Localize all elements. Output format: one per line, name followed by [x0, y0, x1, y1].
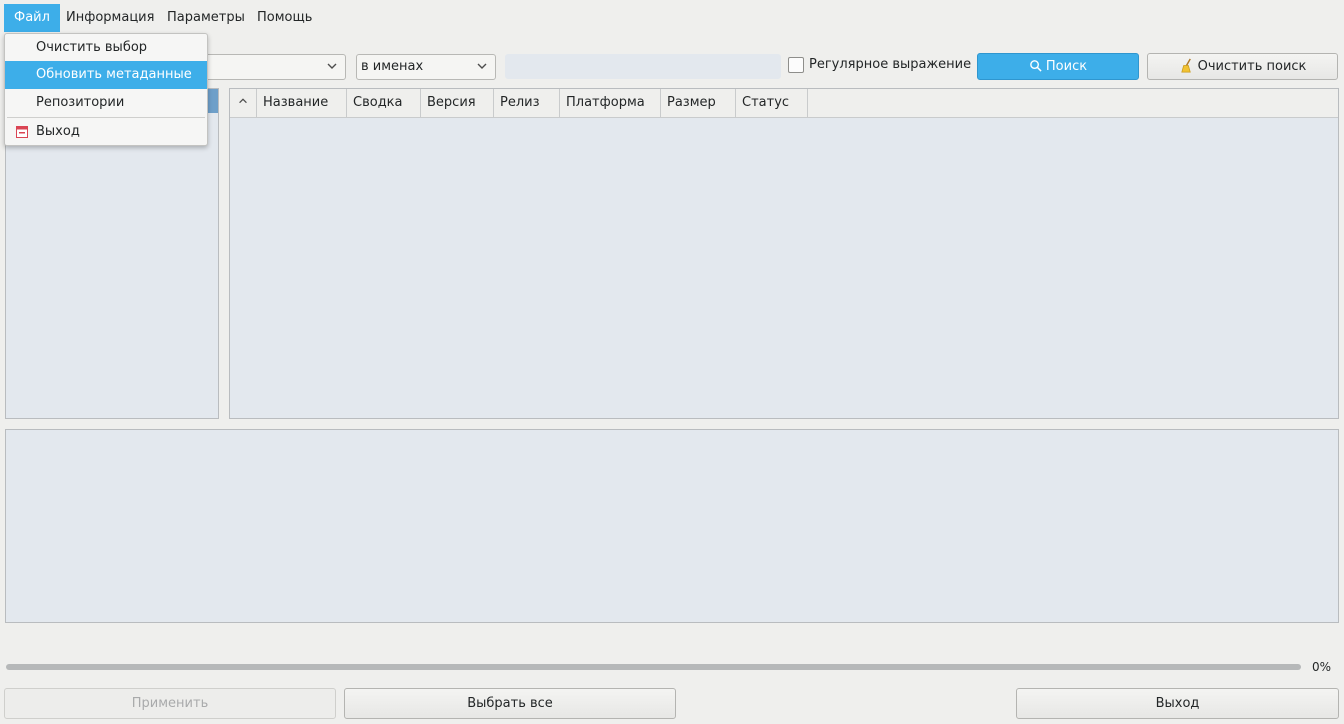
search-button[interactable]: Поиск [977, 53, 1139, 80]
chevron-down-icon [477, 63, 487, 69]
menu-item-repositories[interactable]: Репозитории [5, 89, 207, 117]
chevron-down-icon [327, 63, 337, 69]
menu-help[interactable]: Помощь [247, 4, 322, 32]
column-header-platform[interactable]: Платформа [560, 89, 661, 117]
clear-search-label: Очистить поиск [1197, 59, 1307, 74]
menu-file[interactable]: Файл [4, 4, 60, 32]
chevron-up-icon [239, 98, 247, 104]
menubar: Файл Информация Параметры Помощь [0, 0, 1344, 36]
clear-search-button[interactable]: Очистить поиск [1147, 53, 1338, 80]
search-scope-value: в именах [361, 59, 424, 74]
description-panel[interactable] [5, 429, 1339, 623]
exit-icon [16, 126, 28, 138]
search-input[interactable] [505, 54, 781, 79]
search-button-label: Поиск [1045, 59, 1088, 74]
menu-item-exit-label: Выход [36, 124, 80, 139]
table-header: Название Сводка Версия Релиз Платформа Р… [230, 89, 1338, 118]
column-header-release[interactable]: Релиз [494, 89, 560, 117]
search-scope-combo[interactable]: в именах [356, 54, 496, 80]
menu-item-exit[interactable]: Выход [5, 118, 207, 146]
sort-column[interactable] [230, 89, 257, 117]
file-menu-dropdown: Очистить выбор Обновить метаданные Репоз… [4, 33, 208, 146]
broom-icon [1180, 58, 1191, 73]
apply-button[interactable]: Применить [4, 688, 336, 719]
menu-settings[interactable]: Параметры [157, 4, 255, 32]
progress-label: 0% [1312, 660, 1332, 674]
column-header-name[interactable]: Название [257, 89, 347, 117]
column-header-status[interactable]: Статус [736, 89, 808, 117]
regex-label: Регулярное выражение [809, 57, 972, 72]
select-all-button[interactable]: Выбрать все [344, 688, 676, 719]
column-header-version[interactable]: Версия [421, 89, 494, 117]
menu-item-clear-selection[interactable]: Очистить выбор [5, 34, 207, 62]
menu-item-update-metadata[interactable]: Обновить метаданные [5, 61, 207, 89]
exit-button[interactable]: Выход [1016, 688, 1339, 719]
progress-bar [6, 664, 1301, 670]
column-header-summary[interactable]: Сводка [347, 89, 421, 117]
package-table[interactable]: Название Сводка Версия Релиз Платформа Р… [229, 88, 1339, 419]
column-header-size[interactable]: Размер [661, 89, 736, 117]
search-icon [1030, 60, 1042, 72]
menu-info[interactable]: Информация [56, 4, 164, 32]
regex-checkbox[interactable] [788, 57, 804, 73]
